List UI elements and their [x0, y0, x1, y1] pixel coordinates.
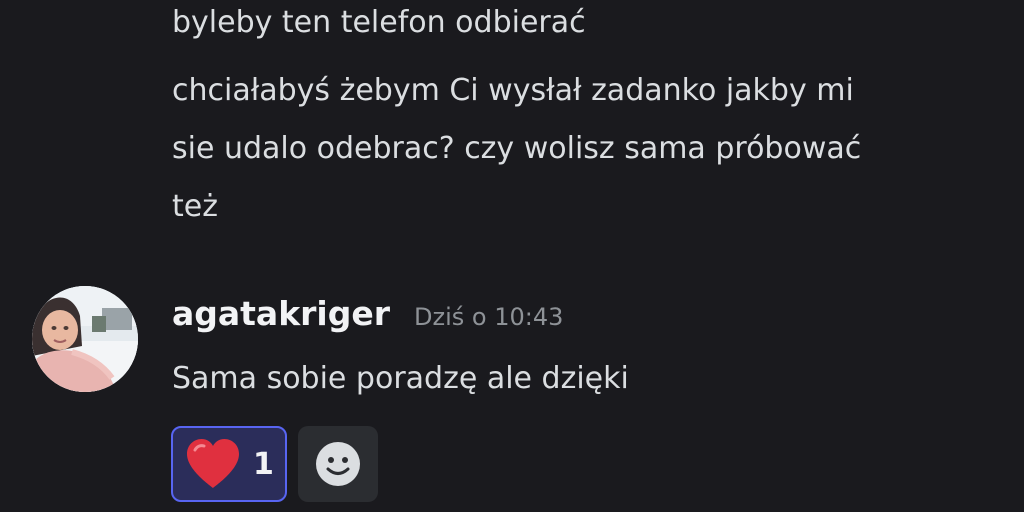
reaction-count: 1 — [253, 446, 274, 482]
avatar[interactable] — [32, 286, 138, 392]
message-header: agatakriger Dziś o 10:43 — [172, 294, 563, 344]
message-line: sie udalo odebrac? czy wolisz sama próbo… — [172, 131, 862, 166]
chat-view: byleby ten telefon odbierać chciałabyś ż… — [0, 0, 1024, 512]
user-avatar-photo — [32, 286, 138, 392]
message-line: chciałabyś żebym Ci wysłał zadanko jakby… — [172, 73, 854, 108]
heart-icon — [187, 439, 239, 488]
heart-reaction-button[interactable]: 1 — [171, 426, 287, 502]
author-name[interactable]: agatakriger — [172, 294, 390, 333]
message-line: też — [172, 189, 218, 224]
message-text: Sama sobie poradzę ale dzięki — [172, 361, 629, 396]
add-reaction-button[interactable] — [298, 426, 378, 502]
smiley-face-icon — [316, 442, 360, 486]
timestamp: Dziś o 10:43 — [414, 303, 564, 331]
message-line: byleby ten telefon odbierać — [172, 5, 586, 40]
